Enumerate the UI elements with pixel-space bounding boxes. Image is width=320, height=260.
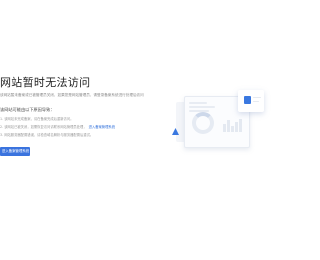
triangle-logo-icon	[172, 128, 179, 135]
page-title: 网站暂时无法访问	[0, 76, 91, 89]
reason-item: 2. 该网站已被关闭，如需恢复访问请联系网站管理员处理， 进入备案管理系统	[0, 125, 115, 130]
error-illustration	[168, 88, 272, 158]
filing-system-link[interactable]: 进入备案管理系统	[89, 125, 115, 129]
reason-text: 3. 网站服务器配置错误，请检查域名解析与服务器配置后重试。	[0, 133, 94, 137]
floating-card	[238, 90, 264, 112]
reason-item: 1. 该网站未完成备案，请在备案完成后重新访问。	[0, 117, 73, 122]
reason-text: 1. 该网站未完成备案，请在备案完成后重新访问。	[0, 117, 74, 121]
filing-system-button[interactable]: 进入备案管理系统	[0, 147, 30, 156]
reasons-heading: 该网站可能由以下原因导致：	[0, 107, 55, 112]
reason-item: 3. 网站服务器配置错误，请检查域名解析与服务器配置后重试。	[0, 133, 93, 138]
bar-chart-icon	[223, 118, 245, 132]
reason-text: 2. 该网站已被关闭，如需恢复访问请联系网站管理员处理，	[0, 125, 87, 129]
error-page: 网站暂时无法访问 该网站暂未备案或已被管理员关闭，如果您是网站管理员，请登录备案…	[0, 0, 272, 260]
page-description: 该网站暂未备案或已被管理员关闭，如果您是网站管理员，请登录备案系统进行处理后访问	[0, 93, 144, 97]
donut-chart-icon	[192, 112, 214, 134]
document-icon	[244, 96, 251, 104]
